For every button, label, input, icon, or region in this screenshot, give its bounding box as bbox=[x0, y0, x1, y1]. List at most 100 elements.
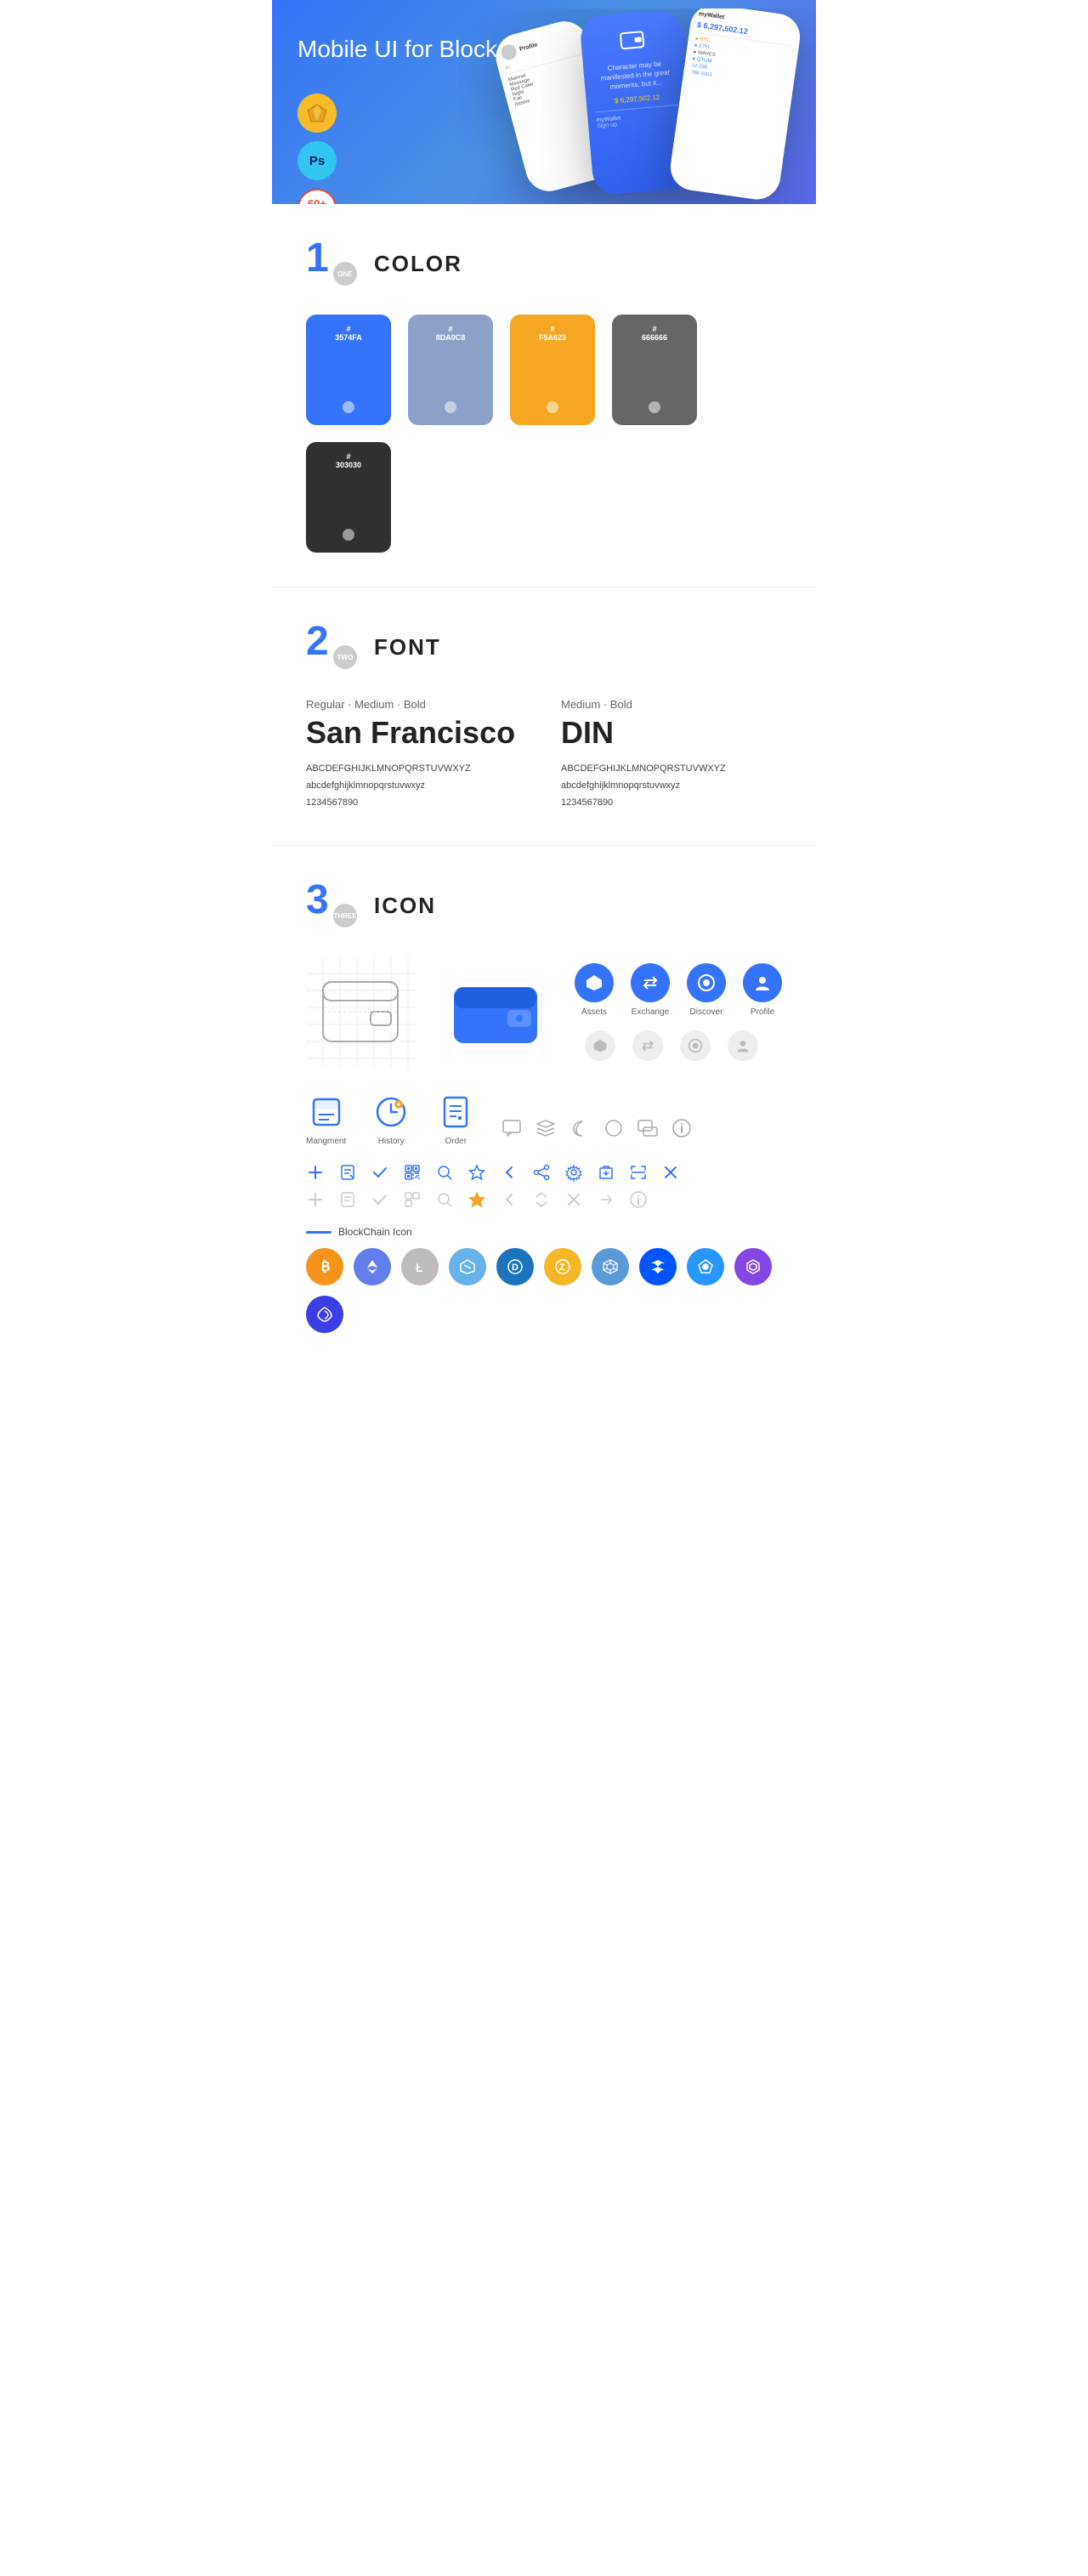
screens-badge: 60+ Screens bbox=[298, 189, 337, 204]
plus-icon bbox=[306, 1163, 325, 1182]
swatch-orange: #F5A623 bbox=[510, 315, 595, 425]
profile-icon-item: Profile bbox=[743, 963, 782, 1017]
chevron-left-icon bbox=[500, 1163, 518, 1182]
phone-mockups: Profile AI Mainnet Message Red Cater Nig… bbox=[459, 9, 816, 204]
qr-icon bbox=[403, 1163, 422, 1182]
color-section-header: 1 ONE COLOR bbox=[306, 238, 782, 289]
ethereum-icon bbox=[354, 1248, 391, 1285]
color-section: 1 ONE COLOR #3574FA #8DA0C8 #F5A623 #666… bbox=[272, 204, 816, 587]
circle-icon bbox=[603, 1117, 625, 1139]
swatch-blue: #3574FA bbox=[306, 315, 391, 425]
qr-grey-icon bbox=[403, 1190, 422, 1209]
comment-icon bbox=[501, 1117, 523, 1139]
din-styles: Medium · Bold bbox=[561, 698, 782, 711]
plus-grey-icon bbox=[306, 1190, 325, 1209]
misc-icons-row bbox=[501, 1117, 693, 1146]
wallet-blue-icon bbox=[450, 965, 541, 1058]
exchange-ghost bbox=[632, 1030, 663, 1061]
ps-badge: Ps bbox=[298, 141, 337, 180]
star-icon bbox=[468, 1163, 486, 1182]
sf-numbers: 1234567890 bbox=[306, 795, 527, 812]
swatch-dark: #303030 bbox=[306, 442, 391, 553]
section-2-number: 2 TWO bbox=[306, 621, 357, 672]
sf-lowercase: abcdefghijklmnopqrstuvwxyz bbox=[306, 778, 527, 795]
check-grey-icon bbox=[371, 1190, 389, 1209]
settings-icon bbox=[564, 1163, 583, 1182]
crypto-icons-row: Ł D Z bbox=[306, 1248, 782, 1333]
nav-icons-row-top: Assets Exchange bbox=[575, 963, 782, 1017]
font-din: Medium · Bold DIN ABCDEFGHIJKLMNOPQRSTUV… bbox=[561, 698, 782, 811]
blockchain-text: BlockChain Icon bbox=[338, 1226, 412, 1238]
icon-title: ICON bbox=[374, 893, 436, 919]
chat-icon bbox=[637, 1117, 659, 1139]
svg-text:Z: Z bbox=[559, 1262, 565, 1273]
history-icon-item: History bbox=[371, 1092, 411, 1146]
swatch-greyblue: #8DA0C8 bbox=[408, 315, 493, 425]
din-numbers: 1234567890 bbox=[561, 795, 782, 812]
font-title: FONT bbox=[374, 634, 441, 661]
grid-icon bbox=[592, 1248, 629, 1285]
svg-text:Ł: Ł bbox=[416, 1261, 423, 1274]
font-section: 2 TWO FONT Regular · Medium · Bold San F… bbox=[272, 587, 816, 845]
icon-section: 3 THREE ICON bbox=[272, 846, 816, 1367]
font-grid: Regular · Medium · Bold San Francisco AB… bbox=[306, 698, 782, 811]
nem-icon bbox=[449, 1248, 486, 1285]
scan-icon bbox=[629, 1163, 648, 1182]
exchange-circle bbox=[631, 963, 670, 1002]
wallet-icon-area: Assets Exchange bbox=[306, 956, 782, 1067]
discover-circle bbox=[687, 963, 726, 1002]
icon-section-header: 3 THREE ICON bbox=[306, 880, 782, 931]
assets-icon-item: Assets bbox=[575, 963, 614, 1017]
waves-icon bbox=[639, 1248, 677, 1285]
assets-circle bbox=[575, 963, 614, 1002]
din-uppercase: ABCDEFGHIJKLMNOPQRSTUVWXYZ bbox=[561, 761, 782, 778]
sf-styles: Regular · Medium · Bold bbox=[306, 698, 527, 711]
qtum-icon bbox=[687, 1248, 724, 1285]
color-swatches: #3574FA #8DA0C8 #F5A623 #666666 #303030 bbox=[306, 315, 782, 553]
svg-text:D: D bbox=[512, 1262, 518, 1273]
search-icon bbox=[435, 1163, 454, 1182]
management-icon-item: Mangment bbox=[306, 1092, 346, 1146]
discover-icon-item: Discover bbox=[687, 963, 726, 1017]
dash-icon: D bbox=[496, 1248, 534, 1285]
info-grey-icon bbox=[629, 1190, 648, 1209]
arrow-grey-icon bbox=[597, 1190, 615, 1209]
x-grey-icon bbox=[564, 1190, 583, 1209]
search-grey-icon bbox=[435, 1190, 454, 1209]
nav-icons-row-bottom bbox=[575, 1030, 782, 1061]
swatch-grey: #666666 bbox=[612, 315, 697, 425]
profile-circle bbox=[743, 963, 782, 1002]
font-san-francisco: Regular · Medium · Bold San Francisco AB… bbox=[306, 698, 527, 811]
layers-icon bbox=[535, 1117, 557, 1139]
star-active-icon bbox=[468, 1190, 486, 1209]
exchange-icon-item: Exchange bbox=[631, 963, 670, 1017]
litecoin-icon: Ł bbox=[401, 1248, 439, 1285]
assets-ghost bbox=[585, 1030, 615, 1061]
utility-icons-row-1 bbox=[306, 1163, 782, 1182]
share-icon bbox=[532, 1163, 551, 1182]
check-icon bbox=[371, 1163, 389, 1182]
info-icon bbox=[671, 1117, 693, 1139]
polygon-icon bbox=[734, 1248, 772, 1285]
box-icon bbox=[597, 1163, 615, 1182]
nav-icons-group: Assets Exchange bbox=[575, 963, 782, 1061]
profile-ghost bbox=[728, 1030, 758, 1061]
hero-badges: Ps 60+ Screens bbox=[298, 94, 337, 204]
blockchain-label: BlockChain Icon bbox=[306, 1226, 782, 1238]
matic-icon bbox=[306, 1296, 343, 1333]
chevron-grey-icon bbox=[500, 1190, 518, 1209]
utility-icons-row-2 bbox=[306, 1190, 782, 1209]
sf-name: San Francisco bbox=[306, 715, 527, 751]
din-lowercase: abcdefghijklmnopqrstuvwxyz bbox=[561, 778, 782, 795]
zcash-icon: Z bbox=[544, 1248, 581, 1285]
sf-uppercase: ABCDEFGHIJKLMNOPQRSTUVWXYZ bbox=[306, 761, 527, 778]
app-icons-row: Mangment History bbox=[306, 1092, 782, 1146]
din-name: DIN bbox=[561, 715, 782, 751]
arrows-grey-icon bbox=[532, 1190, 551, 1209]
wallet-grid-icon bbox=[306, 956, 416, 1067]
hero-section: Mobile UI for Blockchain Wallet UI Kit P… bbox=[272, 0, 816, 204]
history-icon bbox=[371, 1092, 411, 1132]
list-grey-icon bbox=[338, 1190, 357, 1209]
discover-ghost bbox=[680, 1030, 711, 1061]
color-title: COLOR bbox=[374, 251, 462, 277]
